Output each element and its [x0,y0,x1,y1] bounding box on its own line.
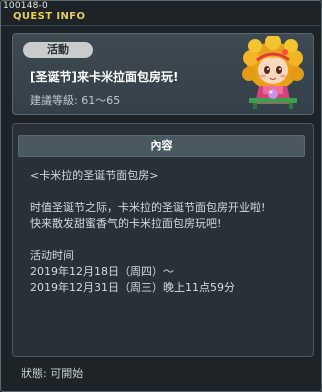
window-title: QUEST INFO [13,11,86,22]
description-line: 2019年12月31日（周三）晚上11点59分 [30,281,235,294]
recommended-level: 建議等級: 61〜65 [30,94,121,107]
quest-description: <卡米拉的圣诞节面包房> 时值圣诞节之际，卡米拉的圣诞节面包房开业啦! 快来散发… [30,168,305,296]
quest-header-panel: 活動 [圣诞节]来卡米拉面包房玩! 建議等級: 61〜65 [12,33,314,115]
npc-portrait-icon [242,36,304,109]
quest-title: [圣诞节]来卡米拉面包房玩! [30,70,179,84]
title-divider [1,25,321,26]
description-line: <卡米拉的圣诞节面包房> [30,169,159,182]
content-header: 內容 [18,135,305,157]
description-line: 时值圣诞节之际，卡米拉的圣诞节面包房开业啦! [30,201,266,214]
description-line: 2019年12月18日（周四）〜 [30,265,174,278]
quest-content-panel: 內容 <卡米拉的圣诞节面包房> 时值圣诞节之际，卡米拉的圣诞节面包房开业啦! 快… [12,123,314,357]
quest-id-label: 100148-0 [3,1,48,11]
quest-status: 狀態: 可開始 [21,367,84,380]
description-line: 活动时间 [30,249,74,262]
quest-info-window: 100148-0 QUEST INFO 活動 [圣诞节]来卡米拉面包房玩! 建議… [0,0,322,392]
quest-category-badge: 活動 [23,42,93,58]
description-line: 快来散发甜蜜香气的卡米拉面包房玩吧! [30,217,222,230]
